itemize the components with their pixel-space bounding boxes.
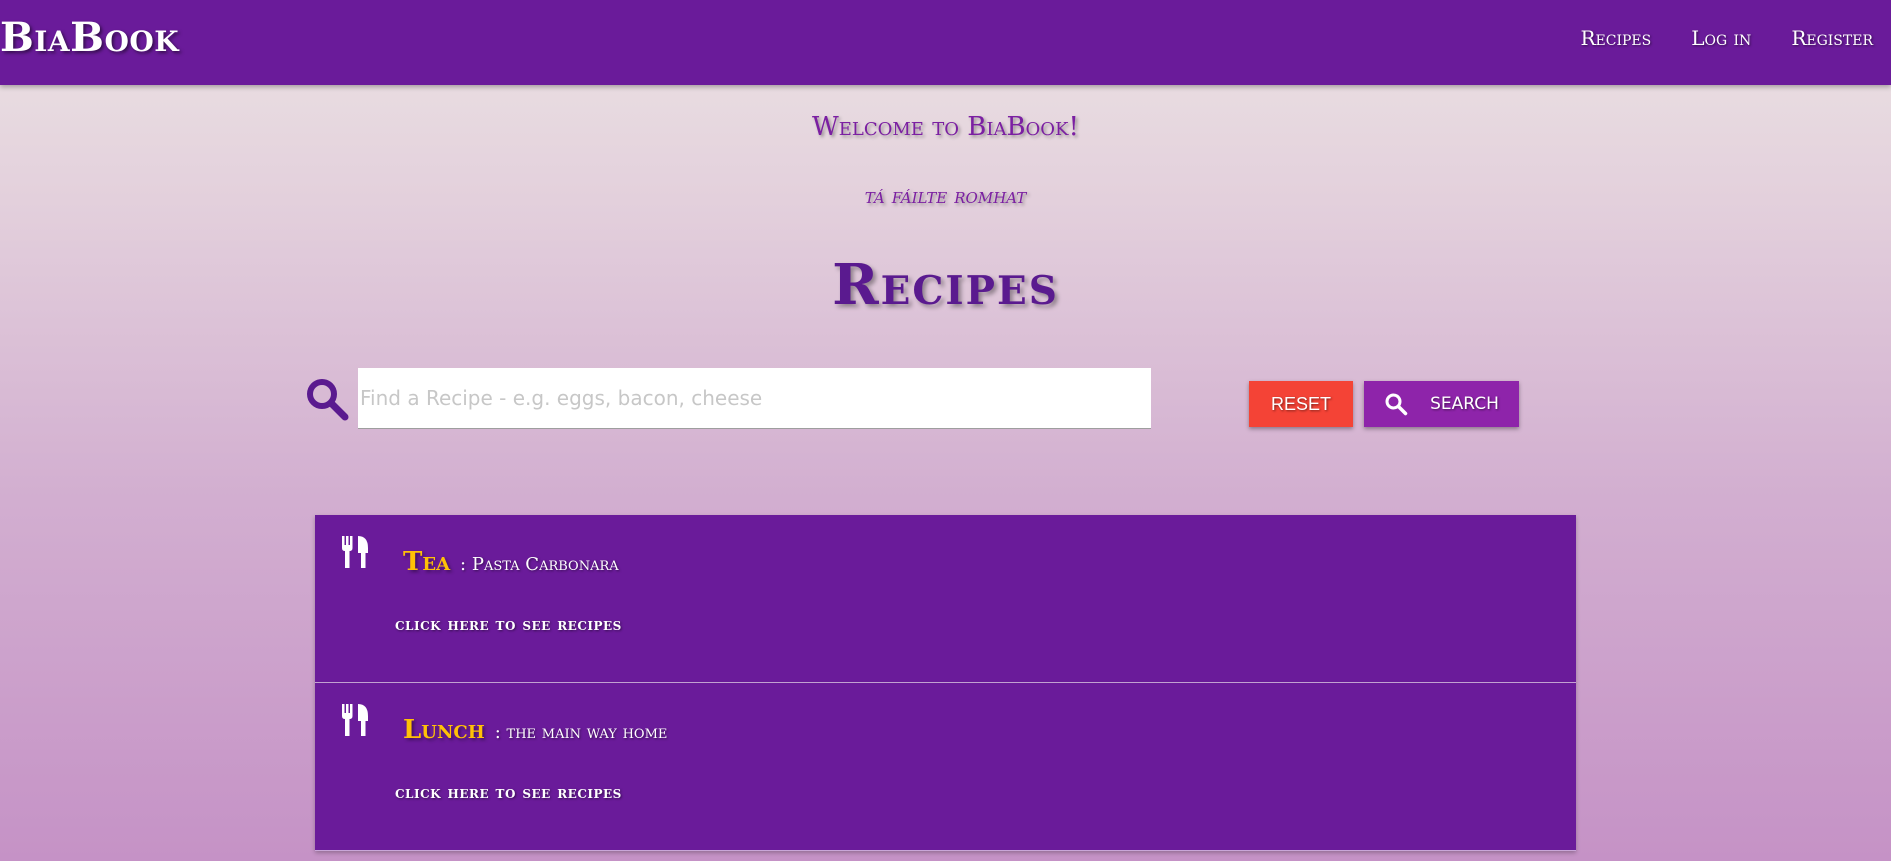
recipe-category: Tea — [403, 547, 451, 577]
reset-button[interactable]: RESET — [1249, 381, 1353, 427]
search-button[interactable]: SEARCH — [1364, 381, 1519, 427]
search-icon — [1385, 393, 1408, 416]
recipe-name: : the main way home — [494, 722, 668, 743]
recipe-list: Tea : Pasta Carbonara click here to see … — [315, 515, 1576, 851]
search-button-label: SEARCH — [1430, 394, 1499, 414]
recipe-category: Lunch — [403, 715, 485, 745]
brand-logo[interactable]: BiaBook — [0, 14, 179, 61]
nav-link-register[interactable]: Register — [1791, 26, 1873, 50]
navbar: BiaBook Recipes Log in Register — [0, 0, 1891, 85]
welcome-heading: Welcome to BiaBook! — [812, 112, 1079, 142]
see-recipes-link[interactable]: click here to see recipes — [395, 615, 622, 635]
nav-link-login[interactable]: Log in — [1691, 26, 1751, 50]
recipe-card-lunch: Lunch : the main way home click here to … — [315, 683, 1576, 851]
page-title: Recipes — [832, 252, 1059, 318]
search-input[interactable] — [358, 368, 1151, 429]
recipe-name: : Pasta Carbonara — [460, 554, 619, 575]
recipe-heading: Tea : Pasta Carbonara — [403, 547, 619, 577]
recipe-card-tea: Tea : Pasta Carbonara click here to see … — [315, 515, 1576, 683]
nav-links: Recipes Log in Register — [1580, 26, 1873, 50]
recipe-heading: Lunch : the main way home — [403, 715, 667, 745]
search-icon — [307, 379, 349, 421]
utensils-icon — [342, 704, 368, 736]
welcome-subtitle: tá fáilte romhat — [864, 184, 1027, 209]
utensils-icon — [342, 536, 368, 568]
see-recipes-link[interactable]: click here to see recipes — [395, 783, 622, 803]
reset-button-label: RESET — [1270, 393, 1331, 414]
nav-link-recipes[interactable]: Recipes — [1580, 26, 1651, 50]
